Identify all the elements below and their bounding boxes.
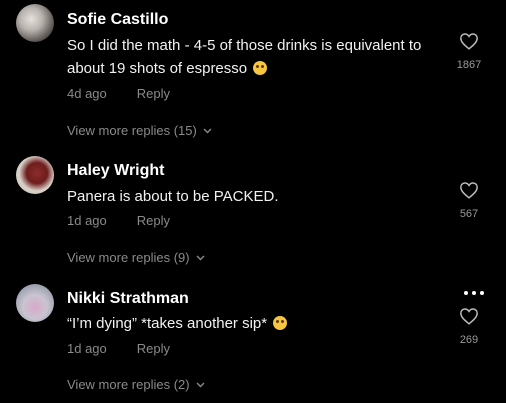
view-more-replies-label: View more replies (2) [67,377,190,392]
comment-item: Haley Wright Panera is about to be PACKE… [0,146,506,272]
comment-item: Sofie Castillo So I did the math - 4-5 o… [0,0,506,138]
comment-username[interactable]: Haley Wright [67,162,165,180]
avatar[interactable] [16,284,54,322]
comment-text-content: So I did the math - 4-5 of those drinks … [67,37,422,77]
comment-meta: 1d ago Reply [67,341,170,356]
chevron-down-icon [196,249,205,264]
avatar[interactable] [16,156,54,194]
comment-text: So I did the math - 4-5 of those drinks … [67,34,457,80]
like-button[interactable]: 269 [452,307,486,346]
like-count: 1867 [456,59,482,71]
like-button[interactable]: 567 [452,181,486,220]
comment-timestamp: 4d ago [67,86,107,101]
laughing-tears-emoji-icon [273,316,288,330]
view-more-replies-button[interactable]: View more replies (2) [67,376,205,392]
like-button[interactable]: 1867 [452,32,486,71]
comment-timestamp: 1d ago [67,213,107,228]
heart-icon [460,308,478,325]
view-more-replies-label: View more replies (9) [67,250,190,265]
comment-item: Nikki Strathman “I’m dying” *takes anoth… [0,274,506,400]
comment-text: Panera is about to be PACKED. [67,185,457,208]
view-more-replies-button[interactable]: View more replies (9) [67,249,205,265]
comment-text: “I’m dying” *takes another sip* [67,312,457,335]
comment-username[interactable]: Sofie Castillo [67,11,168,29]
comment-text-content: Panera is about to be PACKED. [67,188,279,205]
comment-text-content: “I’m dying” *takes another sip* [67,315,268,332]
comment-timestamp: 1d ago [67,341,107,356]
comment-username[interactable]: Nikki Strathman [67,290,189,308]
view-more-replies-label: View more replies (15) [67,123,197,138]
heart-icon [460,33,478,50]
reply-button[interactable]: Reply [137,213,170,228]
comment-meta: 4d ago Reply [67,86,170,101]
heart-icon [460,182,478,199]
chevron-down-icon [203,122,212,137]
view-more-replies-button[interactable]: View more replies (15) [67,122,212,138]
reply-button[interactable]: Reply [137,86,170,101]
like-count: 269 [459,334,479,346]
chevron-down-icon [196,376,205,391]
flushed-face-emoji-icon [253,61,268,75]
like-count: 567 [459,208,479,220]
reply-button[interactable]: Reply [137,341,170,356]
avatar[interactable] [16,4,54,42]
more-options-icon[interactable] [464,291,484,295]
comment-meta: 1d ago Reply [67,213,170,228]
